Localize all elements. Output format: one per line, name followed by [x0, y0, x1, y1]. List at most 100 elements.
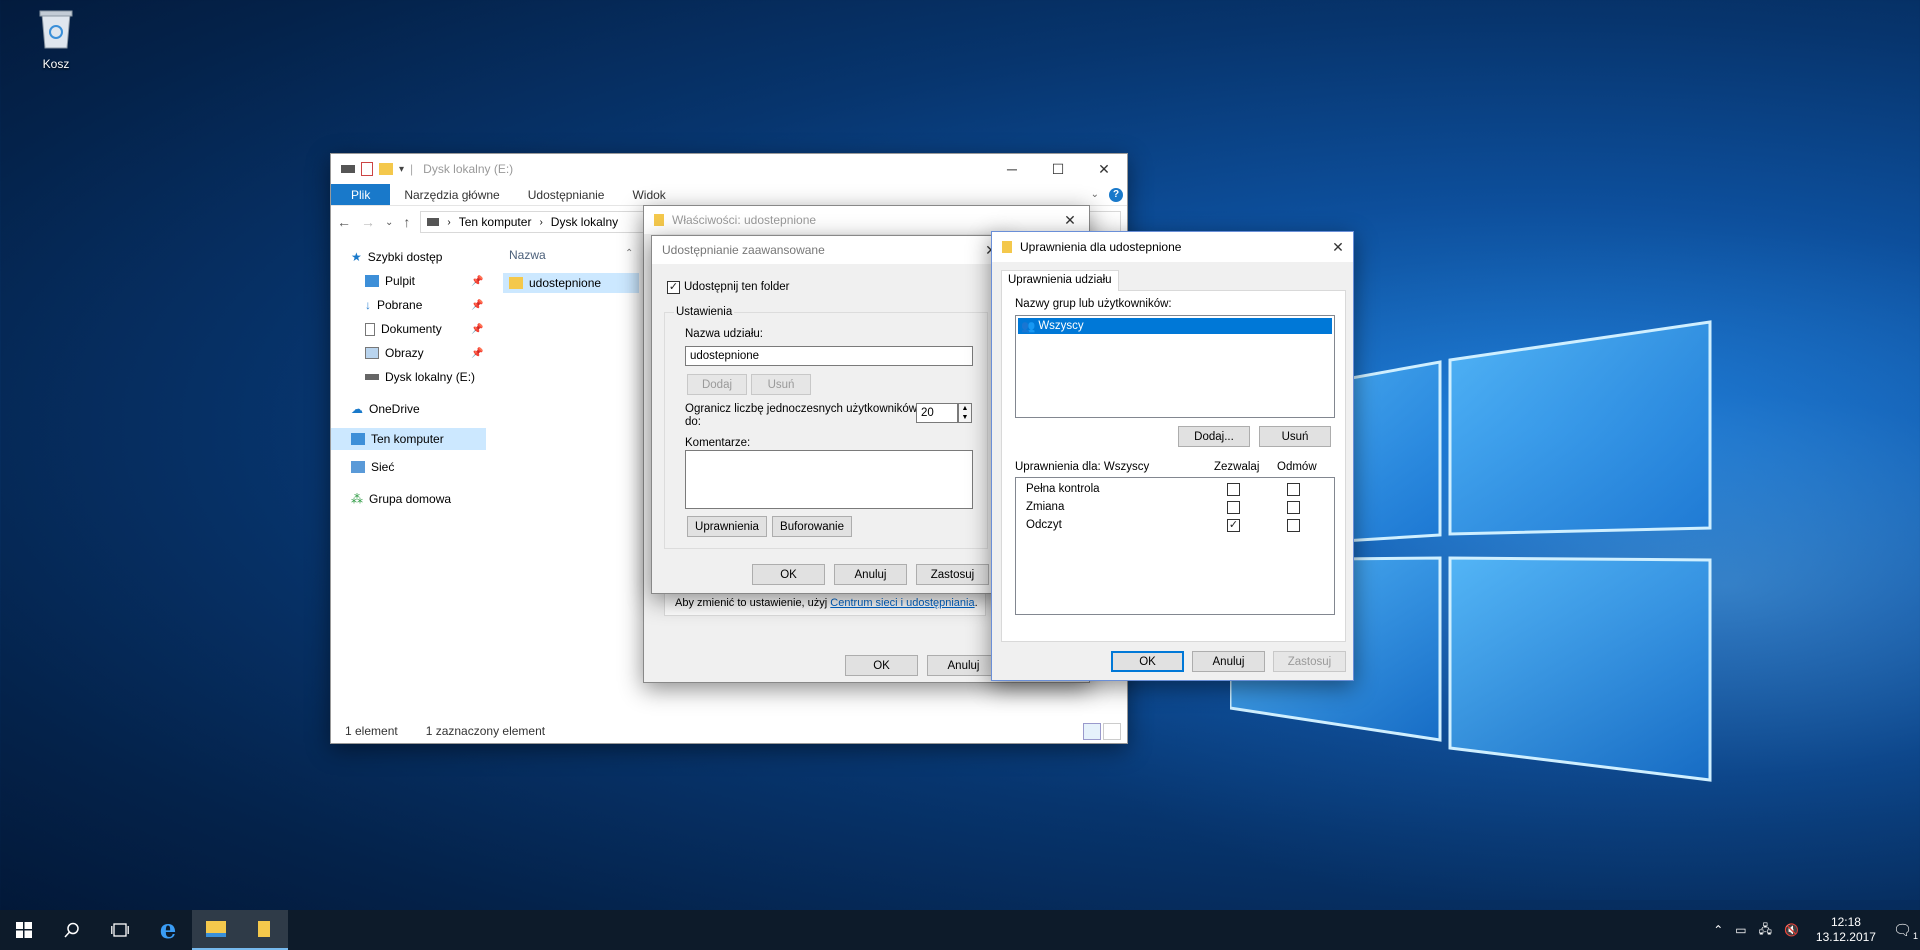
tab-home[interactable]: Narzędzia główne — [390, 184, 513, 205]
explorer-titlebar: ▾ | Dysk lokalny (E:) ─ ☐ ✕ — [331, 154, 1127, 184]
sort-up-icon: ⌃ — [625, 248, 634, 259]
ribbon-tabs: Plik Narzędzia główne Udostępnianie Wido… — [331, 184, 1127, 206]
advanced-apply-button[interactable]: Zastosuj — [916, 564, 989, 585]
customize-toolbar-icon[interactable]: ▾ — [399, 164, 404, 175]
permissions-title: Uprawnienia dla udostepnione — [1020, 240, 1182, 254]
nav-documents[interactable]: Dokumenty — [365, 322, 442, 336]
forward-arrow-icon[interactable]: → — [361, 214, 375, 230]
file-row[interactable]: udostepnione — [503, 273, 639, 293]
pin-icon[interactable]: 📌 — [471, 300, 483, 311]
pin-icon[interactable]: 📌 — [471, 348, 483, 359]
permissions-ok-button[interactable]: OK — [1111, 651, 1184, 672]
remove-share-button[interactable]: Usuń — [751, 374, 811, 395]
breadcrumb-local-disk[interactable]: Dysk lokalny — [551, 215, 618, 229]
read-deny-checkbox[interactable] — [1287, 519, 1300, 532]
close-button[interactable]: ✕ — [1323, 232, 1353, 262]
full-control-deny-checkbox[interactable] — [1287, 483, 1300, 496]
group-row-everyone[interactable]: 👥 Wszyscy — [1018, 318, 1332, 334]
share-folder-checkbox[interactable]: ✓ — [667, 281, 680, 294]
permissions-cancel-button[interactable]: Anuluj — [1192, 651, 1265, 672]
homegroup-icon: ⁂ — [351, 492, 363, 506]
column-header-name[interactable]: Nazwa — [509, 248, 546, 262]
add-share-button[interactable]: Dodaj — [687, 374, 747, 395]
volume-muted-icon[interactable]: 🔇 — [1784, 923, 1799, 937]
minimize-button[interactable]: ─ — [989, 154, 1035, 184]
maximize-button[interactable]: ☐ — [1035, 154, 1081, 184]
edge-taskbar-button[interactable]: e — [144, 910, 192, 950]
pin-icon[interactable]: 📌 — [471, 324, 483, 335]
tab-share[interactable]: Udostępnianie — [514, 184, 619, 205]
pin-icon[interactable]: 📌 — [471, 276, 483, 287]
navigation-pane: ★ Szybki dostęp Pulpit 📌 ↓ Pobrane 📌 Dok… — [331, 238, 486, 719]
folder-properties-taskbar-button[interactable] — [240, 910, 288, 950]
expand-ribbon-icon[interactable]: ⌄ — [1091, 189, 1099, 200]
large-icons-view-icon[interactable] — [1103, 723, 1121, 740]
nav-local-disk[interactable]: Dysk lokalny (E:) — [365, 370, 475, 384]
remove-group-button[interactable]: Usuń — [1259, 426, 1331, 447]
user-limit-input[interactable]: 20 — [916, 403, 958, 423]
star-icon: ★ — [351, 250, 362, 264]
nav-quick-access[interactable]: ★ Szybki dostęp — [351, 250, 442, 264]
close-button[interactable]: ✕ — [1081, 154, 1127, 184]
permissions-for-label: Uprawnienia dla: Wszyscy — [1015, 461, 1150, 473]
nav-network-label: Sieć — [371, 460, 395, 474]
nav-pictures[interactable]: Obrazy — [365, 346, 424, 360]
tab-file[interactable]: Plik — [331, 184, 391, 205]
nav-desktop[interactable]: Pulpit — [365, 274, 415, 288]
recycle-bin-desktop-icon[interactable]: Kosz — [22, 8, 90, 71]
note-text: Aby zmienić to ustawienie, użyj — [675, 597, 831, 609]
action-center-icon[interactable]: 🗨 1 — [1893, 921, 1918, 941]
properties-cancel-button[interactable]: Anuluj — [927, 655, 1000, 676]
task-view-button[interactable] — [96, 910, 144, 950]
task-view-icon — [111, 923, 129, 937]
show-hidden-icons-icon[interactable]: ⌃ — [1713, 923, 1723, 937]
file-explorer-taskbar-button[interactable] — [192, 910, 240, 950]
drive-icon — [365, 374, 379, 380]
back-arrow-icon[interactable]: ← — [337, 214, 351, 230]
share-name-input[interactable]: udostepnione — [685, 346, 973, 366]
full-control-allow-checkbox[interactable] — [1227, 483, 1240, 496]
nav-downloads[interactable]: ↓ Pobrane — [365, 298, 422, 312]
properties-icon[interactable] — [361, 162, 373, 176]
properties-titlebar: Właściwości: udostepnione ✕ — [644, 206, 1089, 234]
permissions-button[interactable]: Uprawnienia — [687, 516, 767, 537]
groups-label: Nazwy grup lub użytkowników: — [1015, 298, 1172, 310]
nav-this-pc[interactable]: Ten komputer — [331, 428, 486, 450]
tab-share-permissions[interactable]: Uprawnienia udziału — [1001, 270, 1119, 291]
recent-locations-icon[interactable]: ⌄ — [385, 217, 393, 228]
permissions-apply-button[interactable]: Zastosuj — [1273, 651, 1346, 672]
help-icon[interactable]: ? — [1109, 187, 1123, 202]
nav-onedrive[interactable]: ☁ OneDrive — [351, 402, 420, 416]
search-button[interactable] — [48, 910, 96, 950]
status-bar: 1 element 1 zaznaczony element — [331, 719, 1127, 743]
details-view-icon[interactable] — [1083, 723, 1101, 740]
tab-view[interactable]: Widok — [618, 184, 679, 205]
clock[interactable]: 12:18 13.12.2017 — [1811, 915, 1881, 945]
advanced-ok-button[interactable]: OK — [752, 564, 825, 585]
caching-button[interactable]: Buforowanie — [772, 516, 852, 537]
up-arrow-icon[interactable]: ↑ — [403, 214, 410, 230]
nav-desktop-label: Pulpit — [385, 274, 416, 288]
change-allow-checkbox[interactable] — [1227, 501, 1240, 514]
close-button[interactable]: ✕ — [1051, 206, 1089, 234]
battery-icon[interactable]: ▭ — [1735, 923, 1746, 937]
user-limit-spinner[interactable]: ▲ ▼ — [958, 403, 972, 423]
nav-this-pc-label: Ten komputer — [371, 432, 444, 446]
system-tray: ⌃ ▭ 🖧 🔇 12:18 13.12.2017 🗨 1 — [1713, 915, 1920, 945]
breadcrumb-this-pc[interactable]: Ten komputer — [459, 215, 532, 229]
network-icon[interactable]: 🖧 — [1759, 920, 1772, 941]
file-name: udostepnione — [529, 276, 602, 290]
properties-ok-button[interactable]: OK — [845, 655, 918, 676]
read-allow-checkbox[interactable]: ✓ — [1227, 519, 1240, 532]
windows-start-icon — [16, 922, 32, 938]
folder-icon — [509, 277, 523, 289]
nav-homegroup[interactable]: ⁂ Grupa domowa — [351, 492, 451, 506]
start-button[interactable] — [0, 910, 48, 950]
add-group-button[interactable]: Dodaj... — [1178, 426, 1250, 447]
advanced-cancel-button[interactable]: Anuluj — [834, 564, 907, 585]
change-deny-checkbox[interactable] — [1287, 501, 1300, 514]
network-center-link[interactable]: Centrum sieci i udostępniania — [830, 597, 974, 609]
new-folder-icon[interactable] — [379, 163, 393, 175]
nav-network[interactable]: Sieć — [351, 460, 394, 474]
comments-input[interactable] — [685, 450, 973, 509]
